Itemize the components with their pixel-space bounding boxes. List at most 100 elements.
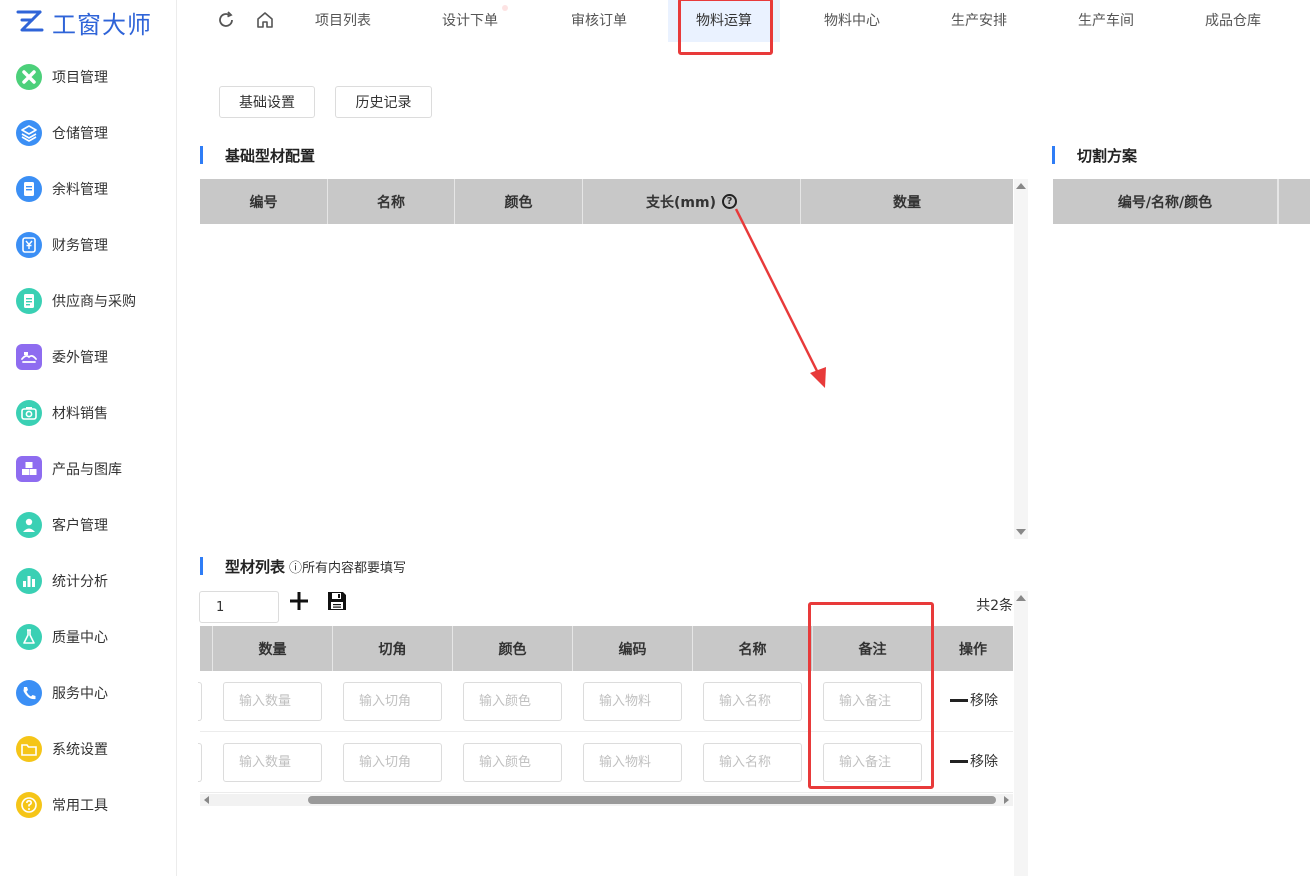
app-logo[interactable]: 工窗大师: [16, 4, 152, 40]
profile-list-title-text: 型材列表: [225, 557, 286, 576]
remark-input[interactable]: [823, 743, 922, 782]
quantity-input[interactable]: [223, 743, 322, 782]
sidebar-item-label: 仓储管理: [52, 126, 108, 142]
nav-tab-2[interactable]: 审核订单: [559, 0, 639, 42]
app-root: 工窗大师 项目管理仓储管理余料管理财务管理供应商与采购 委外管理材料销售产品与图库…: [0, 0, 1310, 876]
table-row: 移除: [198, 671, 1013, 732]
code-input[interactable]: [583, 743, 682, 782]
name-input[interactable]: [703, 682, 802, 721]
angle-input[interactable]: [343, 682, 442, 721]
sidebar-item-6[interactable]: 材料销售: [16, 399, 108, 427]
sidebar-item-5[interactable]: 委外管理: [16, 343, 108, 371]
color-input[interactable]: [463, 743, 562, 782]
sidebar-item-label: 质量中心: [52, 630, 108, 646]
sidebar-item-label: 系统设置: [52, 742, 108, 758]
sidebar-item-label: 常用工具: [52, 798, 108, 814]
nav-tab-3[interactable]: 物料运算: [668, 0, 780, 42]
remark-input[interactable]: [823, 682, 922, 721]
hidden-cell-input[interactable]: [198, 743, 202, 782]
col-extra: [1278, 179, 1310, 224]
profile-list-table-header: 数量 切角 颜色 编码 名称 备注 操作: [200, 626, 1013, 671]
remove-button[interactable]: 移除: [950, 690, 998, 710]
minus-icon: [950, 698, 968, 702]
history-button[interactable]: 历史记录: [335, 86, 432, 118]
scroll-down-icon[interactable]: [1016, 529, 1026, 535]
col-remark: 备注: [813, 626, 933, 671]
nav-tab-7[interactable]: 成品仓库: [1193, 0, 1273, 42]
sidebar-item-label: 供应商与采购: [52, 294, 136, 310]
sidebar-item-label: 客户管理: [52, 518, 108, 534]
nav-tab-6[interactable]: 生产车间: [1066, 0, 1146, 42]
base-config-table-header: 编号 名称 颜色 支长(mm) ? 数量: [200, 179, 1013, 224]
col-number-name-color: 编号/名称/颜色: [1053, 179, 1278, 224]
sidebar-item-label: 统计分析: [52, 574, 108, 590]
handshake-icon: [16, 344, 42, 370]
save-icon[interactable]: [327, 591, 347, 611]
color-input[interactable]: [463, 682, 562, 721]
col-length-label: 支长(mm): [646, 194, 716, 211]
code-input[interactable]: [583, 682, 682, 721]
sidebar-item-0[interactable]: 项目管理: [16, 63, 108, 91]
sidebar-item-11[interactable]: 服务中心: [16, 679, 108, 707]
nav-tab-5[interactable]: 生产安排: [939, 0, 1019, 42]
sidebar-item-4[interactable]: 供应商与采购: [16, 287, 136, 315]
close-circle-icon: [16, 64, 42, 90]
scroll-thumb[interactable]: [308, 796, 996, 804]
angle-input[interactable]: [343, 743, 442, 782]
boxes-icon: [16, 456, 42, 482]
folder-icon: [16, 736, 42, 762]
col-color: 颜色: [453, 626, 573, 671]
col-action: 操作: [959, 641, 987, 658]
sidebar-item-2[interactable]: 余料管理: [16, 175, 108, 203]
decor-dot: [502, 5, 508, 11]
sidebar-item-10[interactable]: 质量中心: [16, 623, 108, 651]
base-config-scrollbar[interactable]: [1014, 179, 1028, 539]
logo-icon: [16, 10, 44, 32]
title-accent-bar: [1052, 146, 1055, 164]
sidebar-item-label: 项目管理: [52, 70, 108, 86]
flask-icon: [16, 624, 42, 650]
hidden-cell-input[interactable]: [198, 682, 202, 721]
sidebar-item-1[interactable]: 仓储管理: [16, 119, 108, 147]
scroll-up-icon[interactable]: [1016, 595, 1026, 601]
sidebar-item-label: 委外管理: [52, 350, 108, 366]
col-hidden: [200, 626, 213, 671]
sidebar-item-7[interactable]: 产品与图库: [16, 455, 122, 483]
col-name: 名称: [328, 179, 455, 224]
sidebar: 工窗大师 项目管理仓储管理余料管理财务管理供应商与采购 委外管理材料销售产品与图库…: [0, 0, 177, 876]
nav-tab-1[interactable]: 设计下单: [430, 0, 510, 42]
sidebar-item-label: 材料销售: [52, 406, 108, 422]
basic-settings-button[interactable]: 基础设置: [219, 86, 315, 118]
sidebar-item-13[interactable]: 常用工具: [16, 791, 108, 819]
horizontal-scrollbar[interactable]: [200, 794, 1013, 806]
scroll-right-icon[interactable]: [1004, 796, 1009, 804]
sidebar-item-3[interactable]: 财务管理: [16, 231, 108, 259]
scroll-up-icon[interactable]: [1016, 183, 1026, 189]
remove-button[interactable]: 移除: [950, 751, 998, 771]
col-code: 编码: [573, 626, 693, 671]
quantity-input[interactable]: [223, 682, 322, 721]
refresh-icon[interactable]: [216, 10, 236, 30]
add-icon[interactable]: [289, 591, 309, 611]
sidebar-item-label: 服务中心: [52, 686, 108, 702]
page-number-input[interactable]: [199, 591, 279, 623]
sidebar-item-label: 产品与图库: [52, 462, 122, 478]
profile-list-scrollbar[interactable]: [1014, 591, 1028, 876]
sidebar-item-9[interactable]: 统计分析: [16, 567, 108, 595]
camera-icon: [16, 400, 42, 426]
document-icon: [16, 176, 42, 202]
nav-tab-0[interactable]: 项目列表: [308, 0, 378, 42]
user-icon: [16, 512, 42, 538]
remove-label: 移除: [970, 693, 998, 709]
sidebar-item-8[interactable]: 客户管理: [16, 511, 108, 539]
sidebar-item-12[interactable]: 系统设置: [16, 735, 108, 763]
nav-tab-4[interactable]: 物料中心: [812, 0, 892, 42]
col-angle: 切角: [333, 626, 453, 671]
cutting-plan-table-header: 编号/名称/颜色: [1053, 179, 1310, 224]
scroll-left-icon[interactable]: [204, 796, 209, 804]
profile-list-title: 型材列表 ⓘ所有内容都要填写: [200, 556, 406, 576]
name-input[interactable]: [703, 743, 802, 782]
title-accent-bar: [200, 557, 203, 575]
home-icon[interactable]: [255, 10, 275, 30]
list-icon: [16, 288, 42, 314]
